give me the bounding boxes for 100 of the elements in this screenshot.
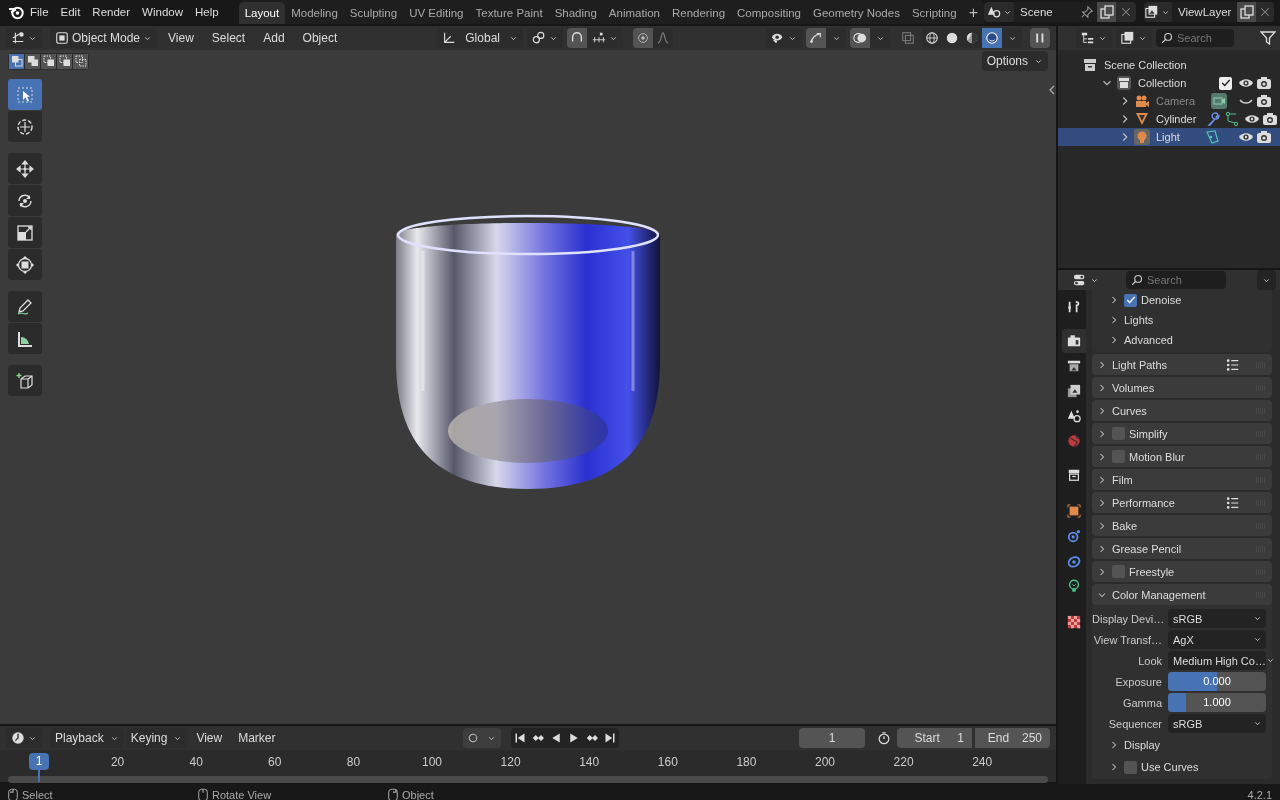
vertex-data-icon[interactable] <box>1224 111 1241 127</box>
record-icon[interactable] <box>466 732 479 744</box>
blender-logo-icon[interactable] <box>8 4 24 20</box>
pause-icon[interactable] <box>1034 32 1046 44</box>
duplicate-icon[interactable] <box>1098 4 1115 20</box>
gizmo-icon[interactable] <box>809 31 823 45</box>
visibility-dropdown[interactable] <box>766 28 802 48</box>
panel-header[interactable]: Freestyle <box>1092 561 1272 582</box>
slider-field[interactable]: 0.000 <box>1168 672 1266 691</box>
transform-tool-button[interactable] <box>8 249 42 280</box>
camera-data-icon[interactable] <box>1211 93 1228 109</box>
playback-dropdown[interactable]: Playback <box>50 728 124 748</box>
subpanel-header[interactable]: Denoise <box>1092 290 1272 310</box>
workspace-tab[interactable]: Scripting <box>905 2 963 24</box>
falloff-curve-icon[interactable] <box>655 31 670 45</box>
exclude-checkbox[interactable] <box>1219 76 1232 90</box>
mode-dropdown[interactable]: Object Mode <box>50 28 158 48</box>
render-properties-tab[interactable] <box>1062 329 1086 353</box>
dropdown-field[interactable]: sRGB <box>1168 609 1266 628</box>
selection-mode-button[interactable] <box>41 53 56 69</box>
menu-item[interactable]: Edit <box>54 2 87 22</box>
render-camera-icon[interactable] <box>1256 129 1272 145</box>
add-cube-tool-button[interactable] <box>8 365 42 396</box>
search-field[interactable]: Search <box>1156 29 1234 47</box>
subpanel-header[interactable]: Lights <box>1092 310 1272 330</box>
timeline-scrollbar[interactable] <box>8 776 1048 783</box>
selection-mode-button[interactable] <box>9 53 24 69</box>
menu-item[interactable]: View <box>161 28 201 48</box>
light-data-icon[interactable] <box>1203 129 1220 145</box>
workspace-tab[interactable]: Rendering <box>666 2 732 24</box>
stopwatch-icon[interactable] <box>877 731 891 745</box>
outliner-row[interactable]: Cylinder <box>1058 110 1280 128</box>
menu-item[interactable]: Render <box>86 2 137 22</box>
panel-header[interactable]: Curves <box>1092 400 1272 421</box>
workspace-tab[interactable]: Compositing <box>731 2 807 24</box>
selection-mode-button[interactable] <box>73 53 88 69</box>
next-keyframe-icon[interactable] <box>585 732 598 744</box>
close-icon[interactable] <box>1258 6 1271 18</box>
subpanel-header[interactable]: Use Curves <box>1092 757 1272 777</box>
view-layer-field[interactable]: ViewLayer <box>1171 2 1238 22</box>
current-frame-field[interactable]: 1 <box>799 728 865 748</box>
select-tool-button[interactable] <box>8 79 42 110</box>
pin-icon[interactable] <box>1080 5 1095 19</box>
pivot-point-dropdown[interactable] <box>526 28 563 48</box>
overlays-icon[interactable] <box>853 31 867 45</box>
workspace-tab[interactable]: Sculpting <box>343 2 404 24</box>
checkbox[interactable] <box>1112 427 1125 440</box>
orientation-dropdown[interactable]: Global <box>437 28 523 48</box>
menu-item[interactable]: Object <box>295 28 345 48</box>
proportional-editing-icon[interactable] <box>635 31 650 45</box>
add-workspace-button[interactable]: + <box>962 2 984 24</box>
selection-mode-button[interactable] <box>57 53 72 69</box>
playhead-frame-label[interactable]: 1 <box>29 753 49 770</box>
panel-header[interactable]: Volumes <box>1092 377 1272 398</box>
checkbox[interactable] <box>1112 565 1125 578</box>
outliner-row[interactable]: Scene Collection <box>1058 56 1280 74</box>
outliner-row[interactable]: Collection <box>1058 74 1280 92</box>
workspace-tab[interactable]: Modeling <box>285 2 344 24</box>
editor-type-button[interactable] <box>6 728 42 748</box>
panel-header[interactable]: Color Management <box>1092 584 1272 605</box>
display-mode-dropdown[interactable] <box>1116 28 1152 48</box>
rendered-shading-button[interactable] <box>982 28 1002 48</box>
outliner-row[interactable]: Camera <box>1058 92 1280 110</box>
dropdown-field[interactable]: AgX <box>1168 630 1266 649</box>
jump-to-end-icon[interactable] <box>603 732 616 744</box>
panel-header[interactable]: Performance <box>1092 492 1272 513</box>
panel-header[interactable]: Motion Blur <box>1092 446 1272 467</box>
selection-mode-button[interactable] <box>25 53 40 69</box>
render-camera-icon[interactable] <box>1256 75 1272 91</box>
panel-header[interactable]: Grease Pencil <box>1092 538 1272 559</box>
panel-header[interactable]: Light Paths <box>1092 354 1272 375</box>
checkbox[interactable] <box>1124 760 1137 774</box>
workspace-tab[interactable]: Shading <box>548 2 603 24</box>
workspace-tab[interactable]: Layout <box>238 2 286 24</box>
search-field[interactable]: Search <box>1126 271 1226 289</box>
panel-header[interactable]: Bake <box>1092 515 1272 536</box>
scene-field[interactable]: Scene <box>1014 2 1078 22</box>
menu-item[interactable]: Add <box>256 28 292 48</box>
x-ray-icon[interactable] <box>901 31 915 45</box>
render-camera-icon[interactable] <box>1256 93 1272 109</box>
measure-tool-button[interactable] <box>8 323 42 354</box>
options-dropdown[interactable]: Options <box>981 51 1048 71</box>
rotate-tool-button[interactable] <box>8 185 42 216</box>
end-frame-field[interactable]: End 250 <box>975 728 1050 748</box>
wrench-icon[interactable] <box>1206 111 1223 127</box>
snap-icon[interactable] <box>569 31 584 45</box>
jump-to-start-icon[interactable] <box>513 732 526 744</box>
cursor-tool-button[interactable] <box>8 111 42 142</box>
render-camera-icon[interactable] <box>1262 111 1279 127</box>
move-tool-button[interactable] <box>8 153 42 184</box>
dropdown-field[interactable]: sRGB <box>1168 714 1266 733</box>
slider-field[interactable]: 1.000 <box>1168 693 1266 712</box>
start-frame-field[interactable]: Start 1 <box>897 728 972 748</box>
workspace-tab[interactable]: UV Editing <box>403 2 470 24</box>
panel-header[interactable]: Simplify <box>1092 423 1272 444</box>
presets-list-icon[interactable] <box>1226 357 1240 372</box>
workspace-tab[interactable]: Texture Paint <box>469 2 549 24</box>
annotate-tool-button[interactable] <box>8 291 42 322</box>
menu-item[interactable]: Window <box>136 2 189 22</box>
workspace-tab[interactable]: Geometry Nodes <box>807 2 906 24</box>
